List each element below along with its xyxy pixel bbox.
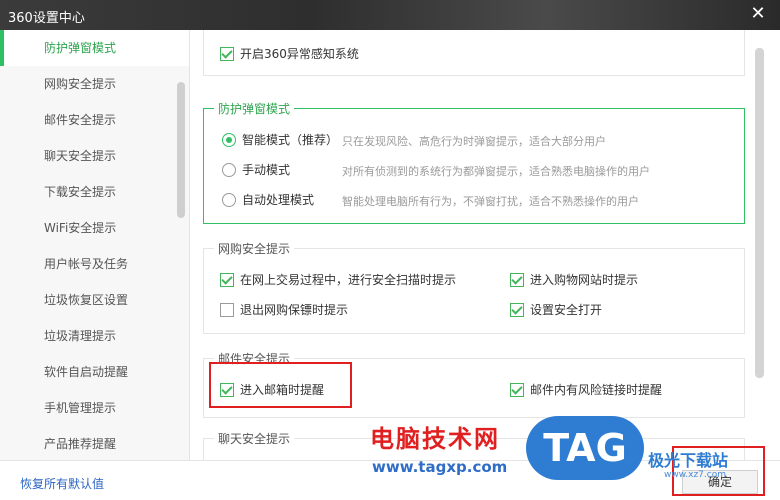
radio-label: 自动处理模式 <box>242 193 315 207</box>
title-bar: 360设置中心 ✕ <box>0 0 780 30</box>
group-shopping: 网购安全提示 在网上交易过程中，进行安全扫描时提示 进入购物网站时提示 退出网购… <box>203 241 745 334</box>
checkbox-label: 设置安全打开 <box>530 303 603 317</box>
radio-dot <box>222 192 236 207</box>
sidebar-scrollbar[interactable] <box>177 82 185 218</box>
sidebar: 防护弹窗模式 网购安全提示 邮件安全提示 聊天安全提示 下载安全提示 WiFi安… <box>0 30 190 460</box>
group-title: 聊天安全提示 <box>214 431 295 447</box>
sidebar-item-recommend[interactable]: 产品推荐提醒 <box>0 426 189 460</box>
option-desc: 只在发现风险、高危行为时弹窗提示，适合大部分用户 <box>342 135 606 148</box>
checkbox-shopping-scan[interactable]: 在网上交易过程中，进行安全扫描时提示 <box>220 271 456 288</box>
checkbox-box <box>220 382 234 397</box>
jiguang-url: www.xz7.com <box>664 470 726 480</box>
radio-label: 智能模式（推荐） <box>242 133 339 147</box>
checkbox-label: 在网上交易过程中，进行安全扫描时提示 <box>240 273 457 287</box>
checkbox-box <box>510 272 524 287</box>
window-title: 360设置中心 <box>8 11 85 26</box>
group-anomaly: 开启360异常感知系统 <box>203 30 745 76</box>
settings-panel: 开启360异常感知系统 防护弹窗模式 智能模式（推荐） 只在发现风险、高危行为时… <box>191 30 780 460</box>
checkbox-box <box>510 382 524 397</box>
checkbox-label: 开启360异常感知系统 <box>240 47 359 61</box>
radio-auto-mode[interactable]: 自动处理模式 <box>222 191 314 208</box>
sidebar-item-trash-clean[interactable]: 垃圾清理提示 <box>0 318 189 354</box>
group-title: 邮件安全提示 <box>214 351 295 367</box>
sidebar-item-trash-recovery[interactable]: 垃圾恢复区设置 <box>0 282 189 318</box>
checkbox-label: 进入购物网站时提示 <box>530 273 639 287</box>
sidebar-item-account[interactable]: 用户帐号及任务 <box>0 246 189 282</box>
sidebar-item-shopping[interactable]: 网购安全提示 <box>0 66 189 102</box>
checkbox-mail-risk-link[interactable]: 邮件内有风险链接时提醒 <box>510 381 662 398</box>
radio-dot <box>222 132 236 147</box>
close-icon[interactable]: ✕ <box>748 3 768 25</box>
jiguang-logo-text: 极光下载站 <box>648 451 729 470</box>
radio-label: 手动模式 <box>242 163 291 177</box>
checkbox-mail-enter[interactable]: 进入邮箱时提醒 <box>220 381 324 398</box>
checkbox-label: 退出网购保镖时提示 <box>240 303 349 317</box>
checkbox-box <box>510 302 524 317</box>
watermark-cn-text: 电脑技术网 <box>370 424 500 453</box>
main-scrollbar[interactable] <box>755 48 764 378</box>
sidebar-item-wifi[interactable]: WiFi安全提示 <box>0 210 189 246</box>
checkbox-shopping-safe-open[interactable]: 设置安全打开 <box>510 301 602 318</box>
radio-manual-mode[interactable]: 手动模式 <box>222 161 290 178</box>
group-title: 网购安全提示 <box>214 241 295 257</box>
sidebar-item-autostart[interactable]: 软件自启动提醒 <box>0 354 189 390</box>
checkbox-shopping-exit[interactable]: 退出网购保镖时提示 <box>220 301 348 318</box>
sidebar-item-popup-mode[interactable]: 防护弹窗模式 <box>0 30 189 66</box>
watermark-url: www.tagxp.com <box>372 458 508 476</box>
checkbox-label: 进入邮箱时提醒 <box>240 383 325 397</box>
option-desc: 对所有侦测到的系统行为都弹窗提示，适合熟悉电脑操作的用户 <box>342 165 650 178</box>
option-desc: 智能处理电脑所有行为，不弹窗打扰，适合不熟悉操作的用户 <box>342 195 639 208</box>
checkbox-box <box>220 302 234 317</box>
group-title: 防护弹窗模式 <box>214 101 295 117</box>
radio-smart-mode[interactable]: 智能模式（推荐） <box>222 131 338 148</box>
restore-defaults-link[interactable]: 恢复所有默认值 <box>20 475 104 492</box>
checkbox-label: 邮件内有风险链接时提醒 <box>530 383 663 397</box>
group-popup-mode: 防护弹窗模式 智能模式（推荐） 只在发现风险、高危行为时弹窗提示，适合大部分用户… <box>203 101 745 224</box>
sidebar-item-download[interactable]: 下载安全提示 <box>0 174 189 210</box>
group-mail: 邮件安全提示 进入邮箱时提醒 邮件内有风险链接时提醒 <box>203 351 745 418</box>
checkbox-box <box>220 46 234 61</box>
radio-dot <box>222 162 236 177</box>
sidebar-item-phone[interactable]: 手机管理提示 <box>0 390 189 426</box>
sidebar-item-mail[interactable]: 邮件安全提示 <box>0 102 189 138</box>
sidebar-item-chat[interactable]: 聊天安全提示 <box>0 138 189 174</box>
checkbox-anomaly[interactable]: 开启360异常感知系统 <box>220 45 359 62</box>
checkbox-box <box>220 272 234 287</box>
checkbox-shopping-enter[interactable]: 进入购物网站时提示 <box>510 271 638 288</box>
tag-logo: TAG <box>526 416 644 480</box>
